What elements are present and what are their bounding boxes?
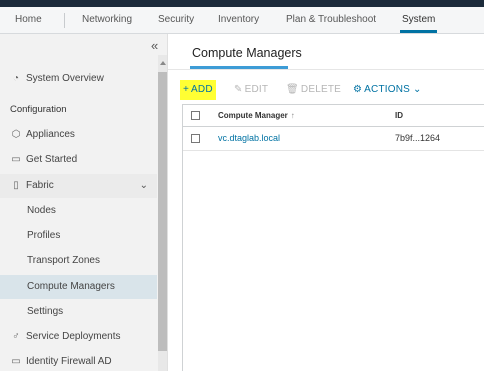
sidebar-item-nodes[interactable]: Nodes	[0, 199, 157, 223]
chevron-down-icon: ⌄	[410, 84, 422, 95]
add-label: ADD	[191, 84, 213, 95]
sidebar-item-label: Appliances	[26, 129, 75, 140]
chevron-down-icon[interactable]: ⌄	[140, 174, 148, 198]
tab-plan-troubleshoot[interactable]: Plan & Troubleshoot	[286, 7, 376, 33]
sidebar-item-system-overview[interactable]: ◔ System Overview	[0, 67, 157, 91]
sidebar-item-compute-managers[interactable]: Compute Managers	[0, 275, 157, 299]
edit-label: EDIT	[244, 84, 269, 95]
sidebar-item-label: Get Started	[26, 154, 78, 165]
sidebar-item-label: Transport Zones	[27, 255, 100, 266]
add-button[interactable]: + ADD	[180, 80, 216, 100]
main-content: Compute Managers + ADD ✎ EDIT 🗑 DELETE ⚙ ACT…	[168, 34, 484, 371]
collapse-sidebar-button[interactable]: «	[151, 38, 158, 53]
sort-ascending-icon: ↑	[290, 111, 295, 120]
delete-button[interactable]: 🗑 DELETE	[286, 80, 341, 100]
sidebar-item-label: System Overview	[26, 73, 104, 84]
delete-label: DELETE	[300, 84, 342, 95]
tab-networking[interactable]: Networking	[82, 7, 132, 33]
top-navigation: Home Networking Security Inventory Plan …	[0, 7, 484, 34]
page-divider	[168, 69, 484, 70]
gear-icon: ⚙	[353, 84, 363, 95]
column-header-label: Compute Manager	[218, 111, 288, 120]
dashboard-icon: ◔	[12, 73, 20, 84]
sidebar-item-identity-firewall-ad[interactable]: ▭ Identity Firewall AD	[0, 350, 157, 374]
select-all-checkbox[interactable]	[191, 111, 200, 120]
table-row[interactable]: vc.dtaglab.local 7b9f...1264	[183, 127, 484, 151]
sidebar-item-settings[interactable]: Settings	[0, 300, 157, 324]
compute-managers-table: Compute Manager ↑ ID vc.dtaglab.local 7b9…	[182, 104, 484, 371]
column-header-id[interactable]: ID	[395, 105, 403, 126]
pencil-icon: ✎	[234, 84, 243, 95]
scroll-up-arrow-icon[interactable]	[160, 61, 166, 65]
get-started-icon: ▭	[11, 154, 21, 165]
sidebar-item-fabric[interactable]: ▯ Fabric ⌄	[0, 174, 157, 198]
sidebar-section-label: Configuration	[10, 104, 67, 115]
sidebar-item-label: Settings	[27, 306, 64, 317]
sidebar-item-appliances[interactable]: ⬡ Appliances	[0, 123, 157, 147]
sidebar: « ◔ System Overview Configuration ⬡ Applia…	[0, 34, 168, 371]
edit-button[interactable]: ✎ EDIT	[234, 80, 268, 100]
sidebar-item-transport-zones[interactable]: Transport Zones	[0, 249, 157, 273]
sidebar-item-service-deployments[interactable]: ♂ Service Deployments	[0, 325, 157, 349]
sidebar-scrollbar-thumb[interactable]	[158, 72, 167, 351]
sidebar-item-get-started[interactable]: ▭ Get Started	[0, 148, 157, 172]
trash-icon: 🗑	[286, 84, 299, 95]
appliances-icon: ⬡	[11, 129, 21, 140]
page-title[interactable]: Compute Managers	[192, 42, 302, 64]
row-checkbox[interactable]	[191, 134, 200, 143]
sidebar-item-profiles[interactable]: Profiles	[0, 224, 157, 248]
actions-label: ACTIONS	[364, 84, 411, 95]
sidebar-item-label: Nodes	[27, 205, 56, 216]
sidebar-item-label: Compute Managers	[27, 281, 115, 292]
fabric-icon: ▯	[13, 180, 19, 191]
actions-dropdown[interactable]: ⚙ ACTIONS ⌄	[353, 80, 422, 100]
header-bar	[0, 0, 484, 7]
column-header-compute-manager[interactable]: Compute Manager ↑	[218, 105, 295, 126]
tab-system[interactable]: System	[399, 7, 438, 33]
sidebar-section-configuration: Configuration	[0, 98, 157, 122]
tab-inventory[interactable]: Inventory	[218, 7, 259, 33]
tab-divider	[64, 13, 65, 28]
tab-security[interactable]: Security	[158, 7, 194, 33]
sidebar-item-label: Profiles	[27, 230, 61, 241]
compute-manager-link[interactable]: vc.dtaglab.local	[218, 127, 280, 150]
sidebar-item-label: Identity Firewall AD	[26, 356, 112, 367]
plus-icon: +	[183, 84, 190, 95]
tab-home[interactable]: Home	[15, 7, 42, 33]
sidebar-item-label: Service Deployments	[26, 331, 121, 342]
identity-firewall-icon: ▭	[11, 356, 21, 367]
grid-toolbar: + ADD ✎ EDIT 🗑 DELETE ⚙ ACTIONS ⌄	[168, 80, 484, 100]
service-deployments-icon: ♂	[12, 331, 20, 342]
compute-manager-id: 7b9f...1264	[395, 133, 441, 143]
sidebar-item-label: Fabric	[26, 180, 54, 191]
table-header-row: Compute Manager ↑ ID	[183, 105, 484, 127]
